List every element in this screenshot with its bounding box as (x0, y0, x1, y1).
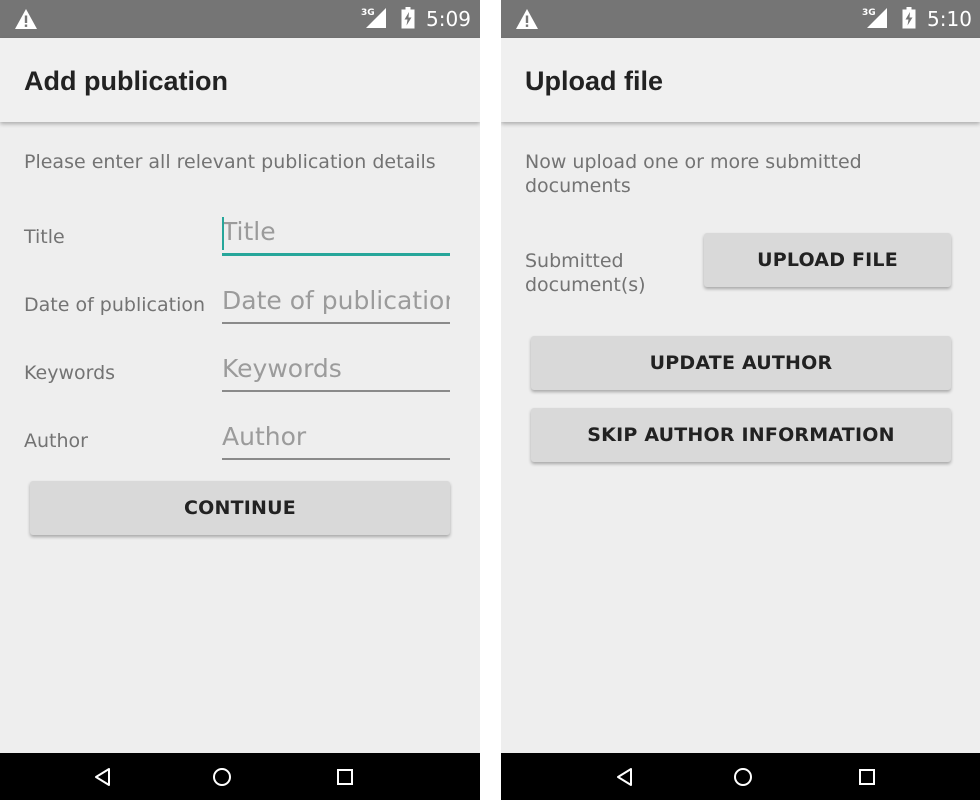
title-label: Title (24, 226, 65, 248)
keywords-label: Keywords (24, 362, 116, 384)
signal-icon: 3G (361, 8, 386, 28)
home-icon[interactable] (211, 766, 233, 788)
warning-icon (516, 9, 538, 29)
app-bar: Upload file (501, 38, 980, 122)
intro-text: Please enter all relevant publication de… (24, 151, 436, 173)
submitted-documents-label: Submitted document(s) (525, 250, 646, 296)
network-type-label: 3G (361, 8, 375, 18)
text-cursor (222, 217, 224, 250)
upload-file-screen: 3G 5:10 Upload file Now upload one or mo… (501, 0, 980, 800)
status-bar: 3G 5:10 (501, 0, 980, 38)
navigation-bar (501, 753, 980, 800)
keywords-input[interactable] (222, 348, 450, 392)
author-label: Author (24, 430, 88, 452)
intro-text: Now upload one or more submitted documen… (525, 151, 862, 197)
recents-icon[interactable] (856, 766, 878, 788)
back-icon[interactable] (614, 766, 636, 788)
warning-icon (15, 9, 37, 29)
add-publication-screen: 3G 5:09 Add publication Please enter all… (0, 0, 480, 800)
app-bar: Add publication (0, 38, 480, 122)
network-type-label: 3G (862, 8, 876, 18)
battery-charging-icon (902, 7, 916, 29)
status-time: 5:10 (927, 7, 972, 31)
date-of-publication-input[interactable] (222, 280, 450, 324)
recents-icon[interactable] (334, 766, 356, 788)
signal-icon: 3G (862, 8, 887, 28)
back-icon[interactable] (92, 766, 114, 788)
navigation-bar (0, 753, 480, 800)
author-input[interactable] (222, 416, 450, 460)
page-title: Upload file (525, 66, 664, 96)
status-time: 5:09 (426, 7, 471, 31)
page-title: Add publication (24, 66, 228, 96)
status-bar: 3G 5:09 (0, 0, 480, 38)
continue-button[interactable]: CONTINUE (30, 481, 450, 535)
upload-file-button[interactable]: UPLOAD FILE (704, 233, 951, 287)
update-author-button[interactable]: UPDATE AUTHOR (531, 336, 951, 390)
skip-author-information-button[interactable]: SKIP AUTHOR INFORMATION (531, 408, 951, 462)
home-icon[interactable] (732, 766, 754, 788)
date-of-publication-label: Date of publication (24, 294, 206, 316)
battery-charging-icon (401, 7, 415, 29)
title-input[interactable] (222, 212, 450, 256)
